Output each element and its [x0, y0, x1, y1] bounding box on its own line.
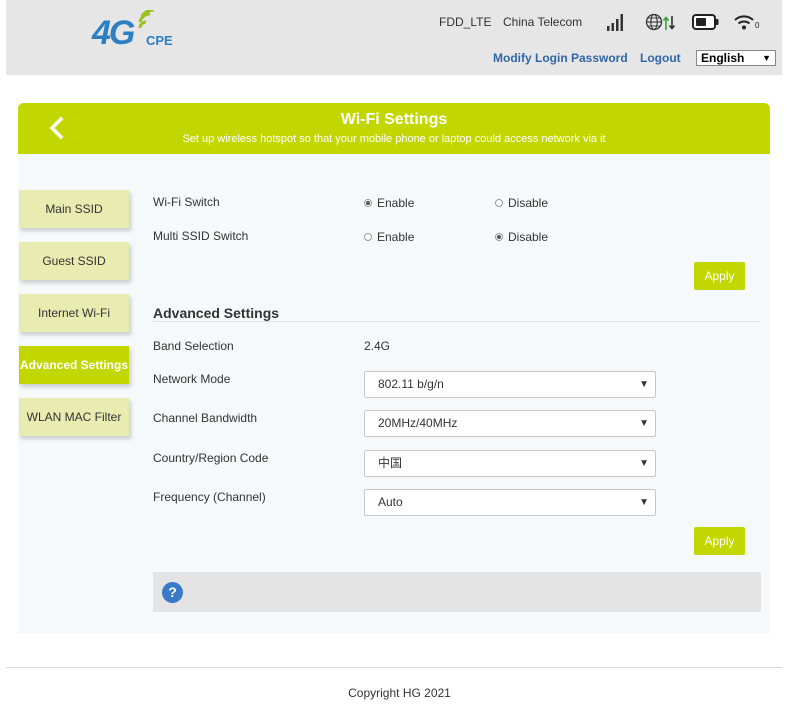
signal-icon: [607, 14, 623, 31]
copyright-text: Copyright HG 2021: [348, 686, 451, 700]
radio-checked-icon: [364, 198, 372, 207]
chevron-down-icon: ▼: [639, 379, 649, 390]
wifi-settings-panel: Wi-Fi Settings Set up wireless hotspot s…: [18, 103, 770, 633]
radio-label: Enable: [377, 230, 415, 244]
multi-ssid-enable-radio[interactable]: Enable: [364, 230, 414, 244]
radio-label: Disable: [508, 196, 549, 210]
language-select[interactable]: English ▼: [696, 50, 776, 66]
chevron-down-icon: ▼: [639, 497, 649, 508]
band-selection-label: Band Selection: [153, 339, 234, 353]
network-mode-value: 802.11 b/g/n: [378, 377, 444, 391]
sidebar-item-guest-ssid[interactable]: Guest SSID: [19, 242, 129, 280]
top-header: 4G CPE FDD_LTE China Telecom 0 Modify Lo…: [6, 0, 782, 75]
frequency-channel-select[interactable]: Auto ▼: [364, 489, 656, 516]
radio-label: Enable: [377, 196, 415, 210]
wifi-switch-disable-radio[interactable]: Disable: [495, 196, 548, 210]
radio-checked-icon: [495, 232, 503, 241]
battery-icon: [692, 14, 719, 30]
page-subtitle: Set up wireless hotspot so that your mob…: [182, 133, 606, 145]
country-region-select[interactable]: 中国 ▼: [364, 450, 656, 477]
channel-bandwidth-label: Channel Bandwidth: [153, 411, 258, 425]
chevron-down-icon: ▼: [639, 418, 649, 429]
band-selection-value: 2.4G: [364, 339, 391, 353]
page-banner: Wi-Fi Settings Set up wireless hotspot s…: [18, 103, 770, 154]
switch-apply-button[interactable]: Apply: [694, 262, 745, 290]
operator-name: China Telecom: [503, 15, 583, 29]
frequency-channel-label: Frequency (Channel): [153, 490, 266, 504]
help-icon[interactable]: ?: [162, 582, 183, 603]
country-region-value: 中国: [378, 456, 403, 470]
network-mode-select[interactable]: 802.11 b/g/n ▼: [364, 371, 656, 398]
logo-wave-icon: [138, 10, 155, 29]
sidebar-item-wlan-mac-filter[interactable]: WLAN MAC Filter: [19, 398, 129, 436]
section-divider: [153, 321, 760, 322]
sidebar-item-internet-wifi[interactable]: Internet Wi-Fi: [19, 294, 129, 332]
channel-bandwidth-select[interactable]: 20MHz/40MHz ▼: [364, 410, 656, 437]
network-mode-label: Network Mode: [153, 372, 231, 386]
multi-ssid-switch-label: Multi SSID Switch: [153, 229, 249, 243]
channel-bandwidth-value: 20MHz/40MHz: [378, 416, 458, 430]
frequency-channel-value: Auto: [378, 495, 403, 509]
page-title: Wi-Fi Settings: [340, 111, 448, 128]
wifi-switch-enable-radio[interactable]: Enable: [364, 196, 414, 210]
country-region-label: Country/Region Code: [153, 451, 269, 465]
logo-sub-text: CPE: [146, 33, 173, 48]
radio-unchecked-icon: [495, 198, 503, 207]
network-type: FDD_LTE: [439, 15, 492, 29]
advanced-settings-heading: Advanced Settings: [153, 305, 280, 321]
wifi-switch-label: Wi-Fi Switch: [153, 195, 220, 209]
chevron-down-icon: ▼: [639, 458, 649, 469]
logo-main-text: 4G: [92, 14, 135, 52]
logo: 4G CPE: [92, 10, 182, 52]
radio-label: Disable: [508, 230, 549, 244]
help-bar: ?: [153, 572, 761, 612]
radio-unchecked-icon: [364, 232, 372, 241]
sidebar-item-advanced-settings[interactable]: Advanced Settings: [19, 346, 129, 384]
modify-password-link[interactable]: Modify Login Password: [493, 51, 628, 65]
chevron-down-icon: ▼: [762, 53, 771, 63]
wifi-client-count: 0: [755, 21, 760, 30]
sidebar-item-main-ssid[interactable]: Main SSID: [19, 190, 129, 228]
multi-ssid-disable-radio[interactable]: Disable: [495, 230, 548, 244]
logout-link[interactable]: Logout: [640, 51, 681, 65]
footer-divider: [6, 667, 782, 668]
globe-data-icon: [645, 13, 676, 31]
language-value: English: [701, 51, 745, 65]
advanced-apply-button[interactable]: Apply: [694, 527, 745, 555]
